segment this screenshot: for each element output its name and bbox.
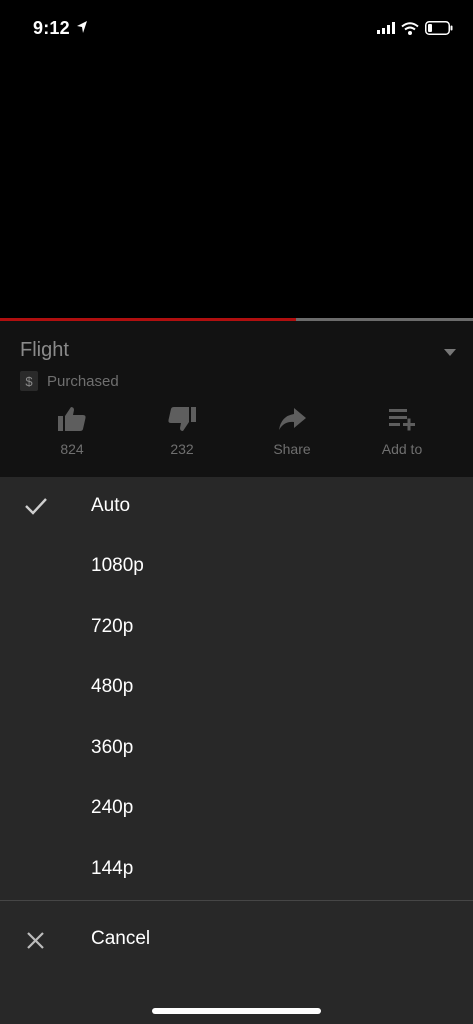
quality-option-label: 144p	[91, 858, 134, 879]
cancel-label: Cancel	[91, 928, 151, 949]
dislike-button[interactable]: 232	[127, 405, 237, 461]
quality-option-720p[interactable]: 720p	[0, 598, 473, 658]
quality-option-label: 720p	[91, 616, 134, 637]
quality-menu: Auto 1080p 720p 480p 360p 240p 144p Canc…	[0, 477, 473, 1024]
status-icons	[377, 18, 453, 38]
share-button[interactable]: Share	[237, 405, 347, 461]
video-title[interactable]: Flight	[20, 339, 69, 362]
purchase-status: $ Purchased	[20, 371, 119, 391]
video-player[interactable]	[0, 56, 473, 318]
quality-option-label: 240p	[91, 797, 134, 818]
dollar-icon: $	[20, 371, 38, 391]
quality-option-144p[interactable]: 144p	[0, 840, 473, 900]
purchase-label: Purchased	[47, 372, 119, 390]
share-icon	[279, 408, 306, 430]
add-to-playlist-icon	[389, 409, 415, 431]
like-count: 824	[60, 441, 84, 457]
quality-option-label: 360p	[91, 737, 134, 758]
status-time: 9:12	[33, 18, 70, 38]
status-bar: 9:12	[0, 0, 473, 56]
quality-option-360p[interactable]: 360p	[0, 719, 473, 779]
video-actions: 824 232 Share Add to	[17, 405, 457, 461]
battery-icon	[425, 21, 453, 35]
quality-option-label: 480p	[91, 676, 134, 697]
quality-option-240p[interactable]: 240p	[0, 779, 473, 839]
like-button[interactable]: 824	[17, 405, 127, 461]
add-to-label: Add to	[381, 441, 423, 457]
quality-option-480p[interactable]: 480p	[0, 658, 473, 718]
video-info-panel: Flight $ Purchased 824 232 Share Add to	[0, 321, 473, 477]
check-icon	[25, 498, 47, 515]
thumbs-up-icon	[58, 407, 86, 431]
quality-option-label: 1080p	[91, 555, 144, 576]
menu-divider	[0, 900, 473, 901]
expand-description-icon[interactable]	[443, 347, 457, 357]
add-to-button[interactable]: Add to	[347, 405, 457, 461]
quality-option-label: Auto	[91, 495, 131, 516]
thumbs-down-icon	[168, 407, 196, 431]
cancel-button[interactable]: Cancel	[0, 910, 473, 970]
quality-option-1080p[interactable]: 1080p	[0, 537, 473, 597]
location-arrow-icon	[77, 21, 87, 33]
dislike-count: 232	[170, 441, 194, 457]
cellular-signal-icon	[377, 22, 395, 34]
wifi-icon	[401, 21, 419, 35]
share-label: Share	[273, 441, 311, 457]
close-icon	[27, 932, 44, 949]
home-indicator[interactable]	[152, 1008, 321, 1014]
quality-option-auto[interactable]: Auto	[0, 477, 473, 537]
